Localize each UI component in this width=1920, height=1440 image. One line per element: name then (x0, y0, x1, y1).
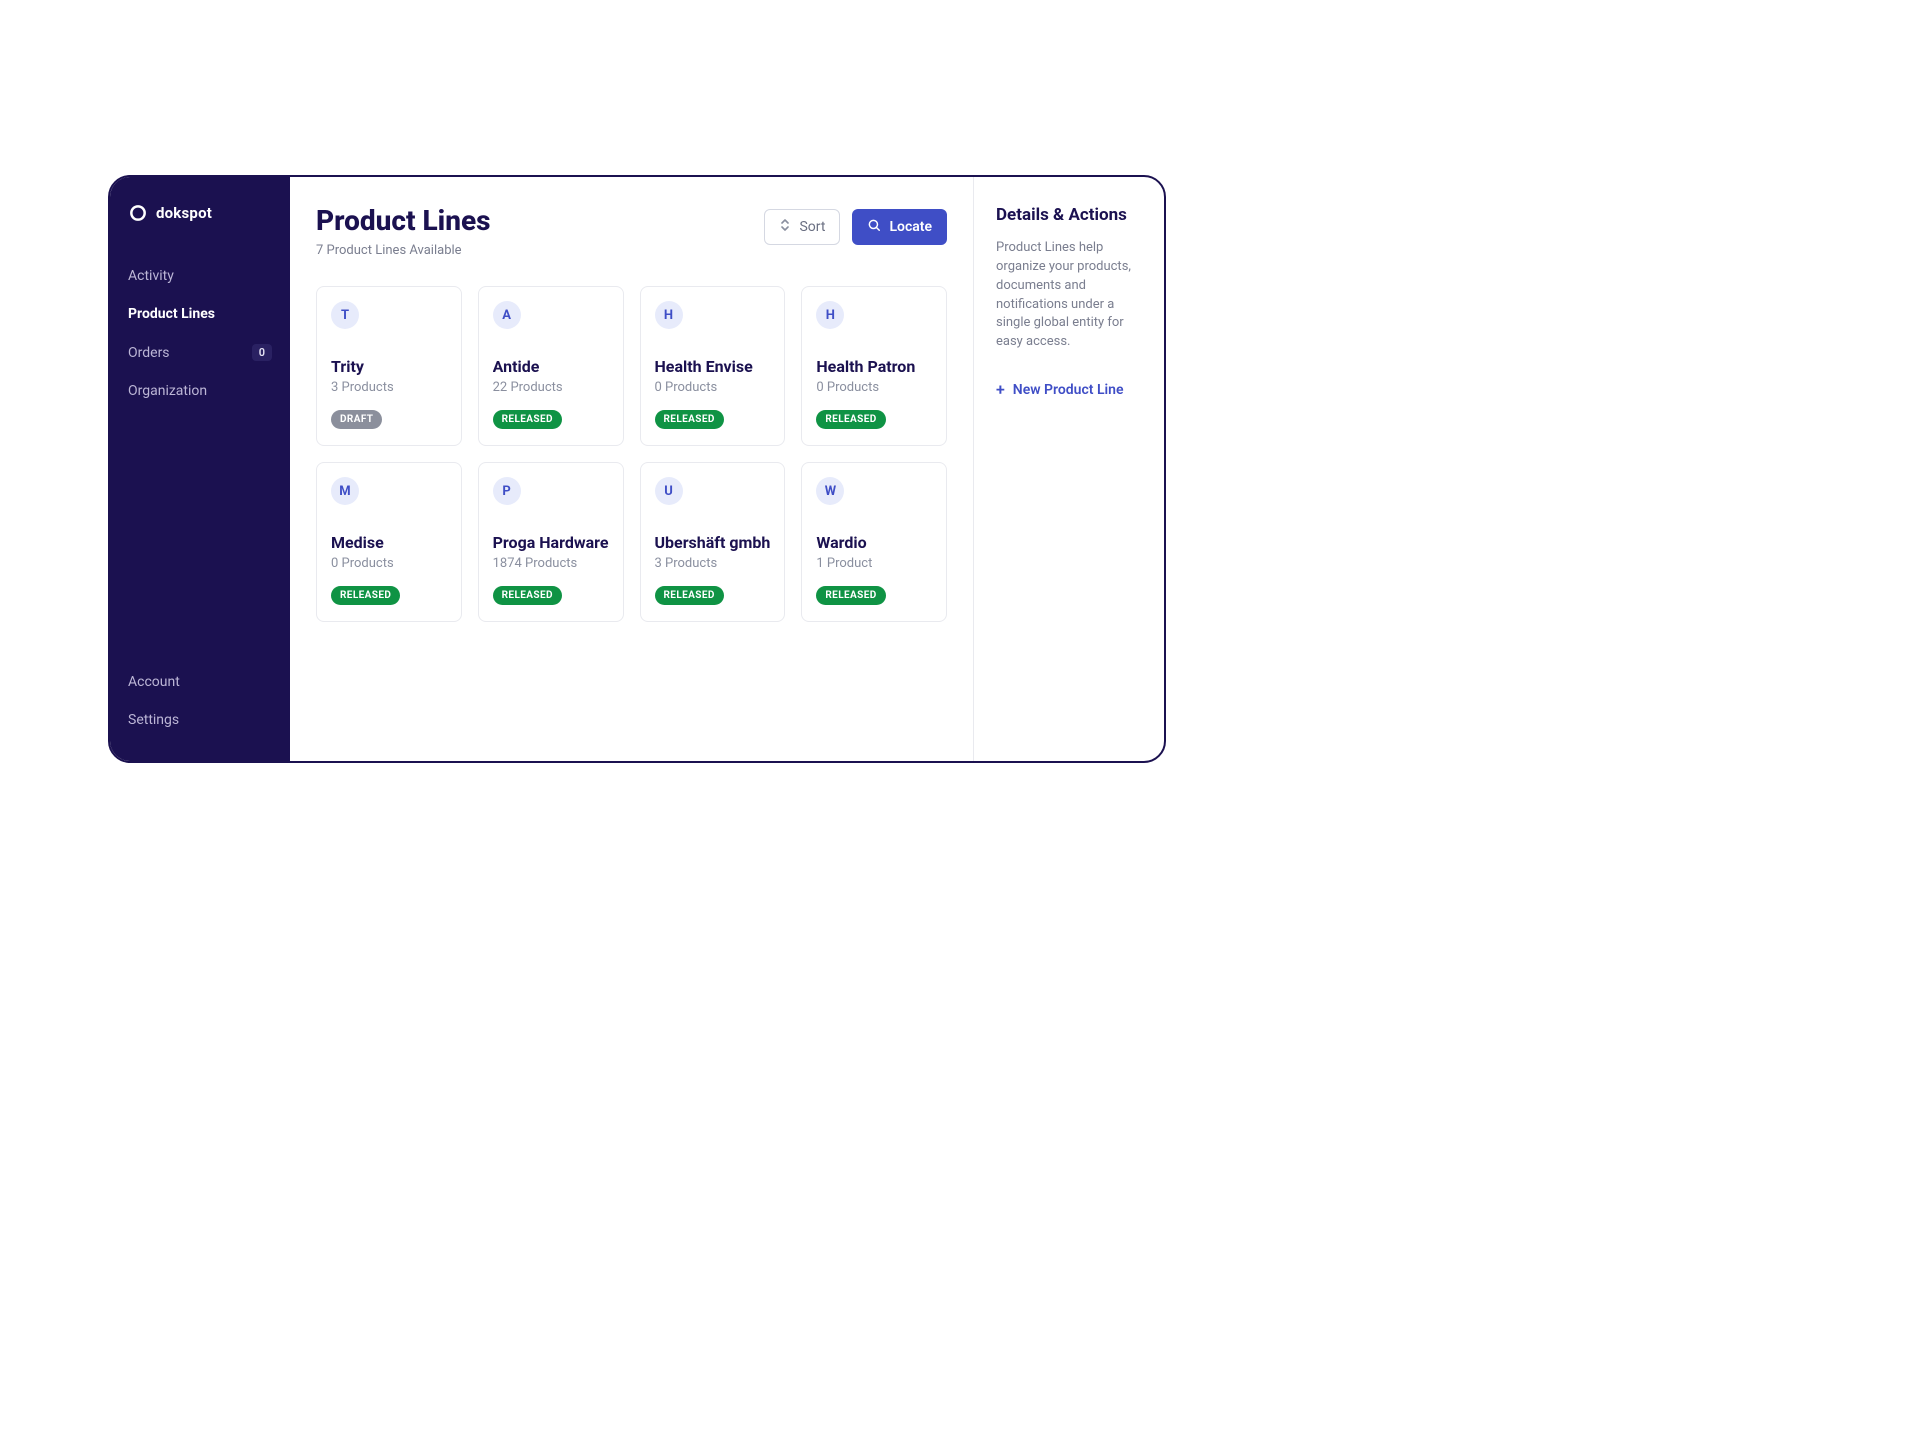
product-line-count: 22 Products (493, 380, 609, 395)
sidebar-item-organization[interactable]: Organization (110, 372, 290, 410)
product-line-name: Antide (493, 357, 609, 376)
product-line-name: Medise (331, 533, 447, 552)
product-line-grid: T Trity 3 Products DRAFT A Antide 22 Products R… (316, 286, 947, 622)
content-area: Product Lines 7 Product Lines Available … (290, 177, 974, 761)
product-line-count: 3 Products (655, 556, 771, 571)
status-badge: RELEASED (655, 586, 724, 605)
status-badge: RELEASED (816, 586, 885, 605)
sidebar-item-product-lines[interactable]: Product Lines (110, 295, 290, 333)
product-line-card[interactable]: W Wardio 1 Product RELEASED (801, 462, 947, 622)
avatar: U (655, 477, 683, 505)
search-icon (867, 218, 881, 236)
sidebar-item-orders[interactable]: Orders 0 (110, 333, 290, 372)
avatar: H (816, 301, 844, 329)
product-line-name: Ubershäft gmbh (655, 533, 771, 552)
status-badge: RELEASED (493, 410, 562, 429)
product-line-name: Wardio (816, 533, 932, 552)
sidebar-item-label: Activity (128, 268, 174, 284)
details-panel: Details & Actions Product Lines help org… (974, 177, 1164, 761)
sort-button[interactable]: Sort (764, 209, 840, 245)
sidebar-nav-top: Activity Product Lines Orders 0 Organiza… (110, 257, 290, 663)
page-title: Product Lines (316, 205, 491, 237)
product-line-card[interactable]: U Ubershäft gmbh 3 Products RELEASED (640, 462, 786, 622)
sidebar-item-label: Settings (128, 712, 179, 728)
details-panel-title: Details & Actions (996, 205, 1142, 225)
avatar: H (655, 301, 683, 329)
avatar: P (493, 477, 521, 505)
sidebar-item-account[interactable]: Account (110, 663, 290, 701)
product-line-count: 0 Products (331, 556, 447, 571)
new-product-line-label: New Product Line (1013, 382, 1124, 398)
new-product-line-link[interactable]: + New Product Line (996, 382, 1124, 398)
details-panel-text: Product Lines help organize your product… (996, 239, 1142, 352)
sidebar-item-label: Organization (128, 383, 207, 399)
status-badge: RELEASED (816, 410, 885, 429)
product-line-card[interactable]: A Antide 22 Products RELEASED (478, 286, 624, 446)
product-line-name: Trity (331, 357, 447, 376)
status-badge: RELEASED (331, 586, 400, 605)
product-line-count: 1 Product (816, 556, 932, 571)
product-line-count: 0 Products (655, 380, 771, 395)
status-badge: DRAFT (331, 410, 382, 429)
product-line-card[interactable]: H Health Patron 0 Products RELEASED (801, 286, 947, 446)
product-line-count: 0 Products (816, 380, 932, 395)
orders-count-badge: 0 (252, 344, 272, 361)
product-line-name: Proga Hardware (493, 533, 609, 552)
sort-icon (779, 219, 791, 235)
sidebar-item-label: Orders (128, 345, 170, 361)
avatar: M (331, 477, 359, 505)
product-line-name: Health Patron (816, 357, 932, 376)
product-line-card[interactable]: P Proga Hardware 1874 Products RELEASED (478, 462, 624, 622)
avatar: A (493, 301, 521, 329)
sidebar-item-activity[interactable]: Activity (110, 257, 290, 295)
product-line-count: 1874 Products (493, 556, 609, 571)
app-frame: dokspot Activity Product Lines Orders 0 … (108, 175, 1166, 763)
locate-button-label: Locate (889, 219, 932, 235)
brand: dokspot (110, 195, 290, 257)
header-actions: Sort Locate (764, 205, 947, 245)
page-header: Product Lines 7 Product Lines Available … (316, 205, 947, 258)
sidebar: dokspot Activity Product Lines Orders 0 … (110, 177, 290, 761)
locate-button[interactable]: Locate (852, 209, 947, 245)
product-line-card[interactable]: T Trity 3 Products DRAFT (316, 286, 462, 446)
avatar: W (816, 477, 844, 505)
brand-name: dokspot (156, 204, 212, 222)
page-subtitle: 7 Product Lines Available (316, 243, 491, 258)
sidebar-item-label: Account (128, 674, 180, 690)
sidebar-nav-bottom: Account Settings (110, 663, 290, 743)
plus-icon: + (996, 382, 1005, 398)
product-line-card[interactable]: H Health Envise 0 Products RELEASED (640, 286, 786, 446)
sidebar-item-settings[interactable]: Settings (110, 701, 290, 739)
product-line-name: Health Envise (655, 357, 771, 376)
sidebar-item-label: Product Lines (128, 306, 215, 322)
product-line-count: 3 Products (331, 380, 447, 395)
status-badge: RELEASED (655, 410, 724, 429)
product-line-card[interactable]: M Medise 0 Products RELEASED (316, 462, 462, 622)
avatar: T (331, 301, 359, 329)
status-badge: RELEASED (493, 586, 562, 605)
main-area: Product Lines 7 Product Lines Available … (290, 177, 1164, 761)
brand-logo-icon (128, 203, 148, 223)
sort-button-label: Sort (799, 219, 825, 235)
page-header-titles: Product Lines 7 Product Lines Available (316, 205, 491, 258)
